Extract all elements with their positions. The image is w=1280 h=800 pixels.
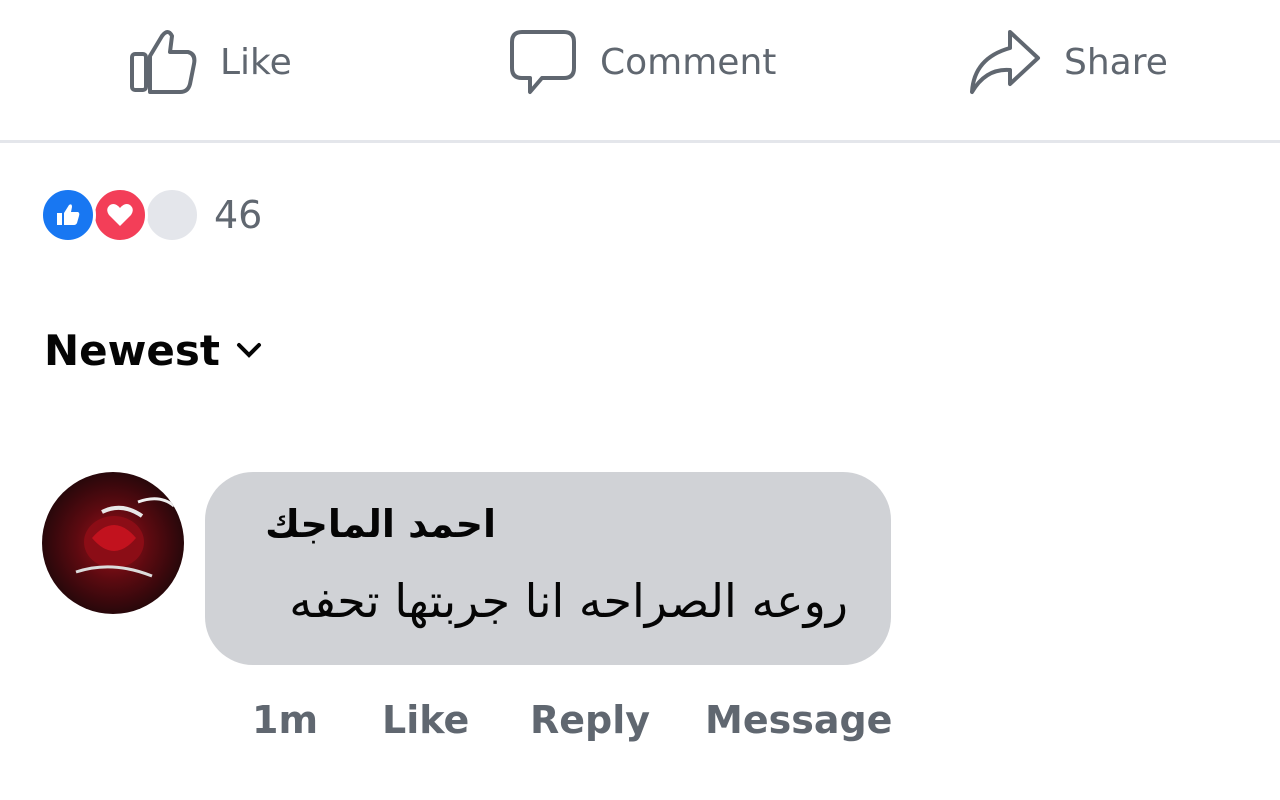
chevron-down-icon — [237, 342, 261, 358]
post-action-bar: Like Comment Share — [0, 0, 1280, 143]
commenter-avatar[interactable] — [42, 472, 184, 614]
like-action-label: Like — [220, 41, 292, 83]
like-action-button[interactable]: Like — [128, 26, 292, 98]
reaction-count: 46 — [214, 193, 263, 237]
comment-sort-dropdown[interactable]: Newest — [44, 326, 262, 375]
comment-author-name[interactable]: احمد الماجك — [250, 502, 496, 546]
comment-message-button[interactable]: Message — [705, 698, 892, 742]
share-action-label: Share — [1064, 41, 1168, 83]
reaction-summary[interactable]: 46 — [40, 186, 262, 244]
comment-bubble — [205, 472, 891, 665]
comment-timestamp[interactable]: 1m — [252, 698, 318, 742]
sort-label: Newest — [44, 326, 220, 375]
comment-text: روعه الصراحه انا جربتها تحفه — [289, 574, 848, 628]
thumbs-up-icon — [130, 30, 197, 94]
like-reaction-icon — [40, 187, 96, 243]
comment-like-button[interactable]: Like — [382, 698, 469, 742]
share-arrow-icon — [970, 30, 1040, 94]
speech-bubble-icon — [510, 30, 576, 94]
share-action-button[interactable]: Share — [968, 26, 1168, 98]
love-reaction-icon — [92, 187, 148, 243]
comment-action-button[interactable]: Comment — [508, 26, 776, 98]
reaction-placeholder-icon — [144, 187, 200, 243]
comment-action-label: Comment — [600, 41, 777, 83]
comment-reply-button[interactable]: Reply — [530, 698, 650, 742]
